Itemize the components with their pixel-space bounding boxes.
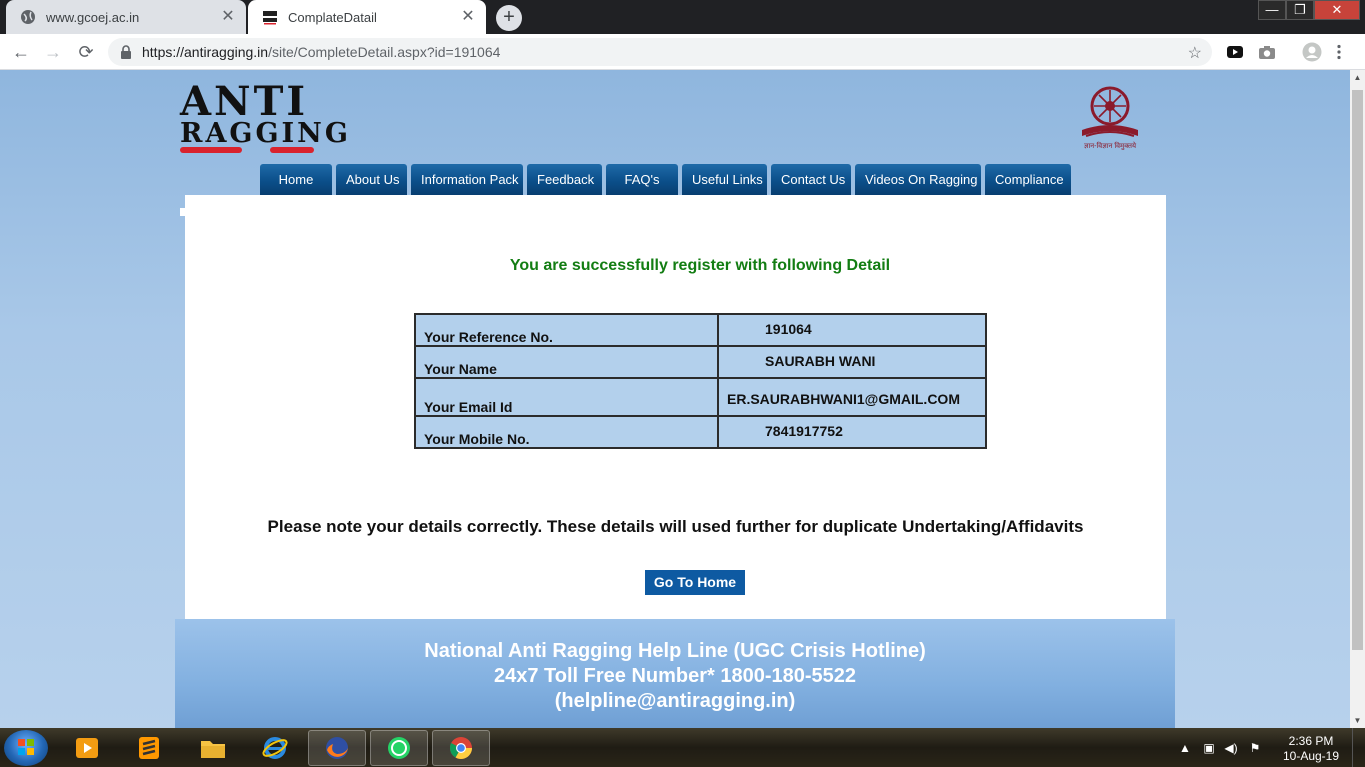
taskbar-clock[interactable]: 2:36 PM 10-Aug-19 xyxy=(1278,734,1344,764)
detail-label: Your Reference No. xyxy=(414,313,719,347)
youtube-icon[interactable] xyxy=(1226,44,1244,60)
nav-feedback[interactable]: Feedback xyxy=(527,164,602,195)
main-nav: Home About Us Information Pack Feedback … xyxy=(260,164,1075,196)
logo-underline xyxy=(180,147,242,153)
main-content: You are successfully register with follo… xyxy=(185,195,1166,635)
nav-contact-us[interactable]: Contact Us xyxy=(771,164,851,195)
taskbar-ie[interactable] xyxy=(246,730,304,766)
close-icon[interactable]: ✕ xyxy=(220,9,236,25)
globe-icon xyxy=(20,9,36,25)
sublime-text-icon xyxy=(139,737,159,759)
scroll-up-arrow-icon[interactable]: ▲ xyxy=(1350,70,1365,85)
browser-toolbar: ← → ⟳ https://antiragging.in/site/Comple… xyxy=(0,34,1365,70)
clock-time: 2:36 PM xyxy=(1288,734,1334,748)
folder-icon xyxy=(201,741,225,758)
detail-value-cell: SAURABH WANI xyxy=(717,345,987,379)
taskbar-explorer[interactable] xyxy=(184,730,242,766)
start-button[interactable] xyxy=(4,730,48,766)
detail-value-cell: 191064 xyxy=(717,313,987,347)
minimize-button[interactable]: — xyxy=(1258,0,1286,20)
browser-tab-strip: www.gcoej.ac.in ✕ ComplateDatail ✕ + — ❐… xyxy=(0,0,1365,34)
detail-label: Your Name xyxy=(414,345,719,379)
action-center-flag-icon[interactable]: ⚑ xyxy=(1248,741,1262,755)
firefox-icon xyxy=(326,737,348,759)
nav-compliance[interactable]: Compliance xyxy=(985,164,1071,195)
show-desktop-button[interactable] xyxy=(1352,728,1365,767)
bookmark-star-icon[interactable]: ☆ xyxy=(1188,43,1202,63)
table-row: Your Reference No. 191064 xyxy=(414,313,987,347)
detail-value: ER.SAURABHWANI1@GMAIL.COM xyxy=(727,391,960,407)
page-scrollbar[interactable]: ▲ ▼ xyxy=(1350,70,1365,728)
whatsapp-icon xyxy=(388,737,410,759)
logo-line2: RAGGING xyxy=(180,118,351,149)
windows-taskbar: ▲ ▣ ◀) ⚑ 2:36 PM 10-Aug-19 xyxy=(0,728,1365,767)
detail-value-cell: ER.SAURABHWANI1@GMAIL.COM xyxy=(717,377,987,417)
nav-videos-on-ragging[interactable]: Videos On Ragging xyxy=(855,164,981,195)
helpline-title: National Anti Ragging Help Line (UGC Cri… xyxy=(424,640,926,662)
web-page: ANTI RAGGING ज्ञान-विज्ञान विमुक्तये Hom… xyxy=(0,70,1350,728)
go-to-home-button[interactable]: Go To Home xyxy=(645,570,745,595)
detail-value: 7841917752 xyxy=(765,423,843,439)
forward-button[interactable]: → xyxy=(42,41,64,63)
lock-icon xyxy=(121,45,131,59)
taskbar-firefox[interactable] xyxy=(308,730,366,766)
taskbar-whatsapp[interactable] xyxy=(370,730,428,766)
anti-ragging-logo[interactable]: ANTI RAGGING xyxy=(180,78,351,157)
clock-date: 10-Aug-19 xyxy=(1282,749,1340,763)
tab-title: ComplateDatail xyxy=(288,9,377,25)
scroll-down-arrow-icon[interactable]: ▼ xyxy=(1350,713,1365,728)
tab-title: www.gcoej.ac.in xyxy=(46,9,140,25)
note-text: Please note your details correctly. Thes… xyxy=(267,517,1084,536)
maximize-button[interactable]: ❐ xyxy=(1286,0,1314,20)
nav-information-pack[interactable]: Information Pack xyxy=(411,164,523,195)
detail-value-cell: 7841917752 xyxy=(717,415,987,449)
helpline-email[interactable]: (helpline@antiragging.in) xyxy=(175,689,1175,714)
nav-useful-links[interactable]: Useful Links xyxy=(682,164,767,195)
helpline-banner: National Anti Ragging Help Line (UGC Cri… xyxy=(175,619,1175,728)
close-icon[interactable]: ✕ xyxy=(460,9,476,25)
detail-label: Your Email Id xyxy=(414,377,719,417)
success-message: You are successfully register with follo… xyxy=(509,257,891,274)
tab-complete-detail[interactable]: ComplateDatail ✕ xyxy=(248,0,486,34)
taskbar-chrome[interactable] xyxy=(432,730,490,766)
nav-home[interactable]: Home xyxy=(260,164,332,195)
profile-avatar-icon[interactable] xyxy=(1302,42,1322,62)
address-bar[interactable]: https://antiragging.in/site/CompleteDeta… xyxy=(108,38,1212,66)
new-tab-button[interactable]: + xyxy=(496,5,522,31)
menu-kebab-icon[interactable] xyxy=(1336,44,1342,60)
logo-line1: ANTI xyxy=(180,78,309,125)
detail-value: 191064 xyxy=(765,321,812,337)
nav-about-us[interactable]: About Us xyxy=(336,164,407,195)
reload-button[interactable]: ⟳ xyxy=(75,41,97,63)
chrome-icon xyxy=(449,737,472,759)
internet-explorer-icon xyxy=(262,737,288,759)
logo-underline xyxy=(270,147,314,153)
volume-icon[interactable]: ◀) xyxy=(1224,741,1238,755)
network-icon[interactable]: ▣ xyxy=(1202,741,1216,755)
tab-gcoej[interactable]: www.gcoej.ac.in ✕ xyxy=(6,0,246,34)
taskbar-media-player[interactable] xyxy=(58,730,116,766)
table-row: Your Name SAURABH WANI xyxy=(414,345,987,379)
camera-icon[interactable] xyxy=(1258,44,1276,60)
nav-faqs[interactable]: FAQ's xyxy=(606,164,678,195)
window-close-button[interactable]: ✕ xyxy=(1314,0,1360,20)
back-button[interactable]: ← xyxy=(10,41,32,63)
details-table: Your Reference No. 191064 Your Name SAUR… xyxy=(414,313,987,449)
url-host: https://antiragging.in xyxy=(142,44,269,60)
antiragging-favicon-icon xyxy=(262,9,278,25)
windows-logo-icon xyxy=(18,739,34,755)
scrollbar-thumb[interactable] xyxy=(1352,90,1363,650)
tray-expand-icon[interactable]: ▲ xyxy=(1178,741,1192,755)
ugc-motto: ज्ञान-विज्ञान विमुक्तये xyxy=(1083,143,1137,150)
url-path: /site/CompleteDetail.aspx?id=191064 xyxy=(268,44,501,60)
table-row: Your Mobile No. 7841917752 xyxy=(414,415,987,449)
media-player-icon xyxy=(76,738,98,758)
taskbar-sublime[interactable] xyxy=(120,730,178,766)
detail-value: SAURABH WANI xyxy=(765,353,876,369)
helpline-number: 24x7 Toll Free Number* 1800-180-5522 xyxy=(493,665,857,687)
table-row: Your Email Id ER.SAURABHWANI1@GMAIL.COM xyxy=(414,377,987,417)
detail-label: Your Mobile No. xyxy=(414,415,719,449)
